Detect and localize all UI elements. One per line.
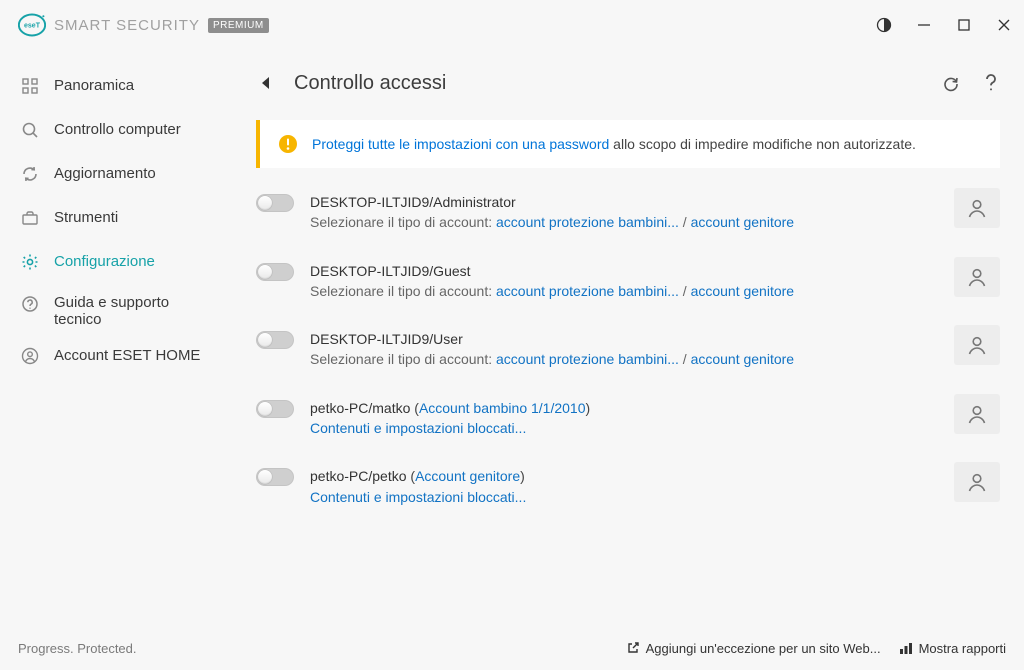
account-title: petko-PC/petko: [310, 468, 407, 484]
account-toggle[interactable]: [256, 468, 294, 486]
sidebar-item-update[interactable]: Aggiornamento: [0, 152, 232, 196]
brand-premium-badge: PREMIUM: [208, 18, 269, 33]
minimize-button[interactable]: [916, 17, 932, 33]
sidebar: Panoramica Controllo computer Aggiorname…: [0, 50, 232, 626]
warning-icon: [278, 134, 298, 154]
refresh-icon: [20, 164, 40, 184]
blocked-settings-link[interactable]: Contenuti e impostazioni bloccati...: [310, 420, 526, 436]
external-link-icon: [626, 641, 640, 655]
select-account-label: Selezionare il tipo di account:: [310, 283, 496, 299]
account-row: petko-PC/petko (Account genitore)Contenu…: [256, 458, 1000, 527]
account-title: DESKTOP-ILTJID9/Guest: [310, 263, 471, 279]
sidebar-item-computer-scan[interactable]: Controllo computer: [0, 108, 232, 152]
close-button[interactable]: [996, 17, 1012, 33]
select-account-label: Selezionare il tipo di account:: [310, 351, 496, 367]
maximize-button[interactable]: [956, 17, 972, 33]
account-row: DESKTOP-ILTJID9/Guest Selezionare il tipo…: [256, 253, 1000, 322]
user-icon: [966, 197, 988, 219]
reset-button[interactable]: [942, 74, 960, 92]
account-toggle[interactable]: [256, 263, 294, 281]
help-button[interactable]: [982, 74, 1000, 92]
account-toggle[interactable]: [256, 194, 294, 212]
parent-account-link[interactable]: account genitore: [691, 351, 795, 367]
overview-icon: [20, 76, 40, 96]
sidebar-item-label: Configurazione: [54, 253, 155, 270]
footer-link-label: Mostra rapporti: [919, 641, 1006, 656]
gear-icon: [20, 252, 40, 272]
account-user-button[interactable]: [954, 462, 1000, 502]
sidebar-item-label: Strumenti: [54, 209, 118, 226]
account-user-button[interactable]: [954, 394, 1000, 434]
account-role-link[interactable]: Account bambino 1/1/2010: [419, 400, 586, 416]
blocked-settings-link[interactable]: Contenuti e impostazioni bloccati...: [310, 489, 526, 505]
page-title: Controllo accessi: [294, 72, 446, 95]
sidebar-item-help[interactable]: Guida e supporto tecnico: [0, 284, 232, 334]
account-row: DESKTOP-ILTJID9/Administrator Selezionare…: [256, 184, 1000, 253]
account-toggle[interactable]: [256, 400, 294, 418]
sidebar-item-label: Guida e supporto tecnico: [54, 294, 212, 329]
add-website-exception-link[interactable]: Aggiungi un'eccezione per un sito Web...: [626, 641, 881, 656]
titlebar: eseT SMART SECURITY PREMIUM: [0, 0, 1024, 50]
select-account-label: Selezionare il tipo di account:: [310, 214, 496, 230]
account-user-button[interactable]: [954, 188, 1000, 228]
show-reports-link[interactable]: Mostra rapporti: [899, 641, 1006, 656]
footer-link-label: Aggiungi un'eccezione per un sito Web...: [646, 641, 881, 656]
account-title: DESKTOP-ILTJID9/Administrator: [310, 194, 516, 210]
user-icon: [966, 266, 988, 288]
brand: eseT SMART SECURITY PREMIUM: [18, 11, 269, 39]
search-icon: [20, 120, 40, 140]
user-icon: [966, 403, 988, 425]
contrast-icon[interactable]: [876, 17, 892, 33]
briefcase-icon: [20, 208, 40, 228]
sidebar-item-tools[interactable]: Strumenti: [0, 196, 232, 240]
sidebar-item-account[interactable]: Account ESET HOME: [0, 334, 232, 378]
footer-tagline: Progress. Protected.: [18, 641, 137, 656]
alert-text: Proteggi tutte le impostazioni con una p…: [312, 136, 916, 152]
sidebar-item-overview[interactable]: Panoramica: [0, 64, 232, 108]
account-title: DESKTOP-ILTJID9/User: [310, 331, 463, 347]
accounts-list: DESKTOP-ILTJID9/Administrator Selezionare…: [256, 184, 1000, 527]
svg-text:eseT: eseT: [24, 23, 41, 30]
child-account-link[interactable]: account protezione bambini...: [496, 214, 679, 230]
statusbar: Progress. Protected. Aggiungi un'eccezio…: [0, 626, 1024, 670]
account-user-button[interactable]: [954, 257, 1000, 297]
user-icon: [966, 334, 988, 356]
account-role-link[interactable]: Account genitore: [415, 468, 520, 484]
help-icon: [20, 294, 40, 314]
sidebar-item-label: Aggiornamento: [54, 165, 156, 182]
account-toggle[interactable]: [256, 331, 294, 349]
sidebar-item-setup[interactable]: Configurazione: [0, 240, 232, 284]
account-row: DESKTOP-ILTJID9/User Selezionare il tipo …: [256, 321, 1000, 390]
sidebar-item-label: Account ESET HOME: [54, 347, 200, 364]
account-body: DESKTOP-ILTJID9/Guest Selezionare il tipo…: [310, 261, 938, 302]
user-icon: [966, 471, 988, 493]
reports-icon: [899, 641, 913, 655]
account-row: petko-PC/matko (Account bambino 1/1/2010…: [256, 390, 1000, 459]
password-protect-alert: Proteggi tutte le impostazioni con una p…: [256, 120, 1000, 168]
main-content: Controllo accessi Proteggi tutte le impo…: [232, 50, 1024, 626]
child-account-link[interactable]: account protezione bambini...: [496, 351, 679, 367]
eset-logo-icon: eseT: [18, 11, 46, 39]
sidebar-item-label: Controllo computer: [54, 121, 181, 138]
child-account-link[interactable]: account protezione bambini...: [496, 283, 679, 299]
brand-name: SMART SECURITY: [54, 17, 200, 34]
user-circle-icon: [20, 346, 40, 366]
parent-account-link[interactable]: account genitore: [691, 214, 795, 230]
account-body: DESKTOP-ILTJID9/Administrator Selezionare…: [310, 192, 938, 233]
parent-account-link[interactable]: account genitore: [691, 283, 795, 299]
sidebar-item-label: Panoramica: [54, 77, 134, 94]
account-user-button[interactable]: [954, 325, 1000, 365]
password-protect-link[interactable]: Proteggi tutte le impostazioni con una p…: [312, 136, 609, 152]
account-body: petko-PC/matko (Account bambino 1/1/2010…: [310, 398, 938, 439]
account-body: DESKTOP-ILTJID9/User Selezionare il tipo …: [310, 329, 938, 370]
account-title: petko-PC/matko: [310, 400, 410, 416]
account-body: petko-PC/petko (Account genitore)Contenu…: [310, 466, 938, 507]
back-button[interactable]: [256, 73, 276, 93]
